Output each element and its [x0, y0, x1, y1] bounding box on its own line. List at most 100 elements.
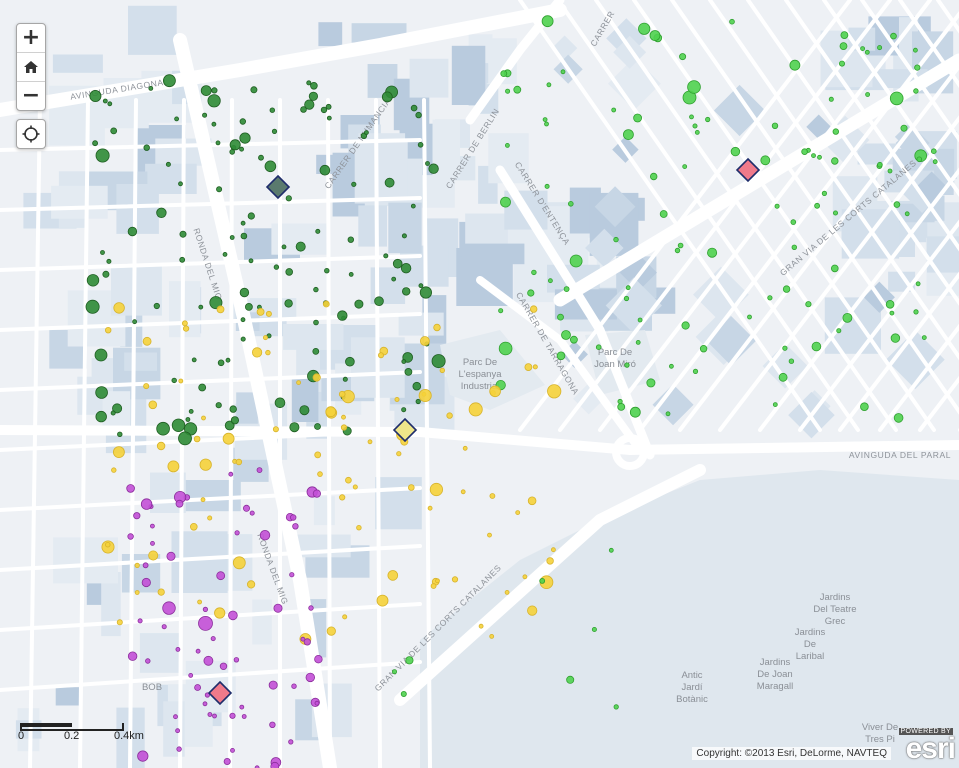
- home-button[interactable]: [17, 53, 45, 82]
- point-green-light: [767, 295, 773, 301]
- block-shade: [52, 54, 103, 73]
- point-green-dark: [132, 319, 138, 325]
- point-green-light: [893, 413, 904, 423]
- point-purple: [150, 541, 155, 546]
- point-green-dark: [179, 256, 186, 263]
- point-yellow: [468, 402, 483, 417]
- point-green-light: [760, 155, 771, 166]
- locate-button[interactable]: [16, 119, 46, 149]
- point-green-light: [890, 32, 897, 40]
- point-green-dark: [347, 236, 354, 243]
- point-green-light: [830, 264, 839, 273]
- point-green-dark: [285, 195, 292, 202]
- point-green-light: [865, 92, 870, 97]
- point-yellow: [377, 352, 384, 359]
- point-yellow: [265, 310, 272, 317]
- point-yellow: [342, 614, 348, 620]
- point-yellow: [522, 574, 528, 580]
- point-yellow: [396, 451, 402, 457]
- point-green-dark: [400, 263, 412, 274]
- point-green-dark: [239, 118, 246, 125]
- point-purple: [234, 530, 240, 536]
- point-purple: [305, 672, 316, 683]
- point-yellow: [527, 605, 538, 616]
- point-yellow: [532, 364, 538, 370]
- point-green-light: [566, 675, 575, 684]
- point-green-dark: [319, 164, 331, 176]
- point-yellow: [376, 594, 389, 607]
- point-yellow: [418, 388, 432, 402]
- point-green-dark: [207, 94, 221, 108]
- scale-label-0-4km: 0.4km: [114, 730, 144, 742]
- marker-diamond-dark-green[interactable]: [265, 174, 291, 200]
- point-yellow: [326, 626, 336, 636]
- point-green-light: [877, 45, 883, 51]
- point-green-dark: [304, 99, 315, 110]
- place-bob: BOB: [142, 682, 162, 693]
- point-green-light: [629, 406, 641, 418]
- point-green-light: [913, 309, 919, 315]
- map-canvas[interactable]: AVINGUDA DIAGONALCARRER DE BERLINCARRER …: [0, 0, 959, 768]
- point-purple: [133, 512, 141, 520]
- point-green-dark: [185, 417, 191, 422]
- point-yellow: [547, 384, 562, 399]
- point-yellow: [116, 619, 123, 626]
- point-green-dark: [392, 258, 403, 269]
- point-green-light: [405, 656, 414, 665]
- point-yellow: [551, 547, 556, 553]
- point-green-dark: [110, 410, 116, 416]
- point-purple: [126, 484, 135, 493]
- point-green-light: [913, 88, 919, 94]
- point-yellow: [524, 363, 533, 372]
- point-yellow: [216, 305, 225, 314]
- point-yellow: [345, 476, 352, 484]
- point-green-dark: [281, 244, 287, 250]
- map-view[interactable]: AVINGUDA DIAGONAL CARRER DE BERLIN CARRER …: [0, 0, 959, 768]
- point-green-light: [821, 190, 828, 196]
- point-green-dark: [240, 220, 246, 226]
- point-green-dark: [178, 431, 192, 446]
- point-green-light: [659, 210, 668, 218]
- point-green-dark: [85, 299, 100, 314]
- point-green-light: [789, 59, 801, 71]
- point-green-dark: [315, 228, 321, 234]
- point-yellow: [190, 522, 198, 531]
- point-green-light: [890, 333, 901, 343]
- point-green-light: [548, 278, 553, 284]
- point-green-light: [699, 345, 708, 353]
- point-green-dark: [314, 423, 321, 430]
- point-purple: [291, 683, 297, 689]
- block-shade: [291, 376, 319, 422]
- point-green-light: [900, 124, 908, 132]
- point-green-light: [828, 96, 834, 102]
- point-green-dark: [240, 232, 248, 240]
- point-green-dark: [425, 161, 430, 166]
- point-green-light: [782, 285, 791, 293]
- point-green-light: [805, 301, 812, 308]
- point-yellow: [148, 550, 159, 561]
- point-green-light: [707, 247, 718, 258]
- point-yellow: [430, 583, 437, 589]
- point-yellow: [433, 323, 441, 332]
- point-green-dark: [188, 408, 194, 414]
- point-green-dark: [258, 154, 264, 161]
- point-green-light: [669, 363, 674, 369]
- zoom-out-button[interactable]: −: [17, 82, 45, 110]
- esri-logo[interactable]: POWERED BY esri: [895, 728, 957, 766]
- point-purple: [229, 712, 236, 719]
- point-purple: [166, 551, 176, 561]
- point-purple: [127, 651, 138, 661]
- zoom-in-button[interactable]: +: [17, 24, 45, 53]
- point-purple: [175, 647, 181, 652]
- block-shade: [283, 324, 344, 350]
- point-green-light: [649, 30, 661, 41]
- point-yellow: [356, 525, 362, 531]
- point-green-dark: [295, 241, 306, 252]
- point-purple: [230, 748, 235, 753]
- point-green-light: [839, 42, 848, 50]
- point-yellow: [167, 460, 180, 473]
- locate-icon: [22, 125, 40, 143]
- block-shade: [375, 477, 422, 530]
- point-green-dark: [217, 359, 225, 367]
- block-shade: [51, 185, 108, 219]
